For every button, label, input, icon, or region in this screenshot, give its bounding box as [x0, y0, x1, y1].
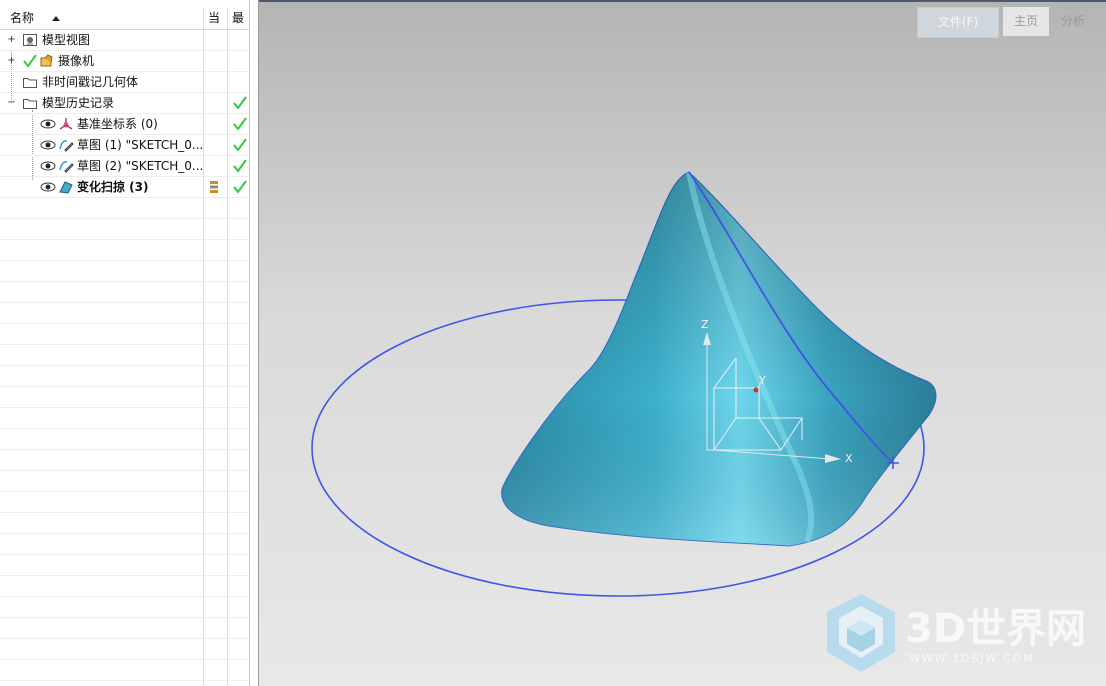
model-view-icon — [23, 34, 37, 46]
empty-row — [0, 555, 249, 576]
check-icon — [233, 138, 247, 152]
empty-rows — [0, 198, 249, 686]
empty-row — [0, 450, 249, 471]
empty-row — [0, 324, 249, 345]
navigator-tree: + 模型视图 + 摄像机 非时间戳记几何体 − 模型历史记录 基准坐标系 (0)… — [0, 30, 249, 686]
tree-item-label: 模型视图 — [42, 33, 91, 47]
eye-icon[interactable] — [40, 137, 56, 153]
empty-row — [0, 639, 249, 660]
collapse-icon[interactable]: − — [7, 98, 16, 108]
tree-item-sketch-1[interactable]: 草图 (1) "SKETCH_0... — [0, 135, 249, 156]
tree-item-sketch-2[interactable]: 草图 (2) "SKETCH_0... — [0, 156, 249, 177]
empty-row — [0, 576, 249, 597]
watermark-logo: 3D世界网 WWW.3DSJW.COM — [827, 594, 1086, 672]
empty-row — [0, 219, 249, 240]
empty-row — [0, 282, 249, 303]
check-icon — [233, 159, 247, 173]
3d-scene[interactable]: Z Y X — [259, 0, 1106, 686]
datum-csys-icon — [59, 118, 73, 130]
check-icon — [233, 180, 247, 194]
empty-row — [0, 513, 249, 534]
tree-item-label: 草图 (1) "SKETCH_0... — [77, 138, 204, 152]
empty-row — [0, 597, 249, 618]
tree-item-label: 草图 (2) "SKETCH_0... — [77, 159, 204, 173]
empty-row — [0, 261, 249, 282]
axis-label-y: Y — [758, 374, 766, 387]
tree-item-label: 变化扫掠 (3) — [77, 180, 149, 194]
empty-row — [0, 534, 249, 555]
eye-icon[interactable] — [40, 179, 56, 195]
watermark-url: WWW.3DSJW.COM — [909, 652, 1035, 665]
empty-row — [0, 366, 249, 387]
check-icon — [233, 96, 247, 110]
tree-item-variational-sweep[interactable]: 变化扫掠 (3) — [0, 177, 249, 198]
tree-item-cameras[interactable]: + 摄像机 — [0, 51, 249, 72]
expand-icon[interactable]: + — [7, 56, 16, 66]
axis-label-x: X — [845, 452, 853, 465]
empty-row — [0, 198, 249, 219]
empty-row — [0, 429, 249, 450]
graphics-window[interactable]: 文件(F) 主页 分析 Z Y X 3D世界网 WWW.3DSJW.COM — [258, 0, 1106, 686]
check-icon — [23, 54, 37, 68]
variational-sweep-icon — [59, 181, 73, 194]
folder-icon — [23, 99, 37, 109]
sort-ascending-icon[interactable] — [52, 16, 60, 21]
camera-icon — [40, 54, 53, 67]
column-header-name[interactable]: 名称 — [10, 8, 34, 29]
empty-row — [0, 681, 249, 686]
axis-label-z: Z — [701, 318, 709, 331]
current-feature-marker-icon — [210, 181, 218, 193]
empty-row — [0, 660, 249, 681]
tree-item-label: 摄像机 — [58, 54, 95, 68]
swept-surface-body[interactable] — [501, 171, 937, 547]
empty-row — [0, 303, 249, 324]
tree-item-datum-csys[interactable]: 基准坐标系 (0) — [0, 114, 249, 135]
empty-row — [0, 345, 249, 366]
tree-item-label: 基准坐标系 (0) — [77, 117, 158, 131]
empty-row — [0, 492, 249, 513]
empty-row — [0, 408, 249, 429]
empty-row — [0, 387, 249, 408]
tree-item-label: 非时间戳记几何体 — [42, 75, 139, 89]
folder-icon — [23, 78, 37, 88]
eye-icon[interactable] — [40, 116, 56, 132]
empty-row — [0, 240, 249, 261]
check-icon — [233, 117, 247, 131]
tree-item-model-views[interactable]: + 模型视图 — [0, 30, 249, 51]
tree-item-label: 模型历史记录 — [42, 96, 115, 110]
watermark-title: 3D世界网 — [905, 606, 1086, 652]
tree-item-non-timestamp-geometry[interactable]: 非时间戳记几何体 — [0, 72, 249, 93]
navigator-header: 名称 当 最 — [0, 8, 249, 30]
tree-item-model-history[interactable]: − 模型历史记录 — [0, 93, 249, 114]
sketch-icon — [59, 161, 74, 173]
part-navigator: 名称 当 最 + 模型视图 + 摄像机 非时间戳记几何体 − 模型历史记录 基准… — [0, 0, 250, 686]
empty-row — [0, 471, 249, 492]
eye-icon[interactable] — [40, 158, 56, 174]
empty-row — [0, 618, 249, 639]
sketch-icon — [59, 140, 74, 152]
expand-icon[interactable]: + — [7, 35, 16, 45]
column-header-current[interactable]: 当 — [208, 8, 220, 29]
column-header-latest[interactable]: 最 — [232, 8, 244, 29]
